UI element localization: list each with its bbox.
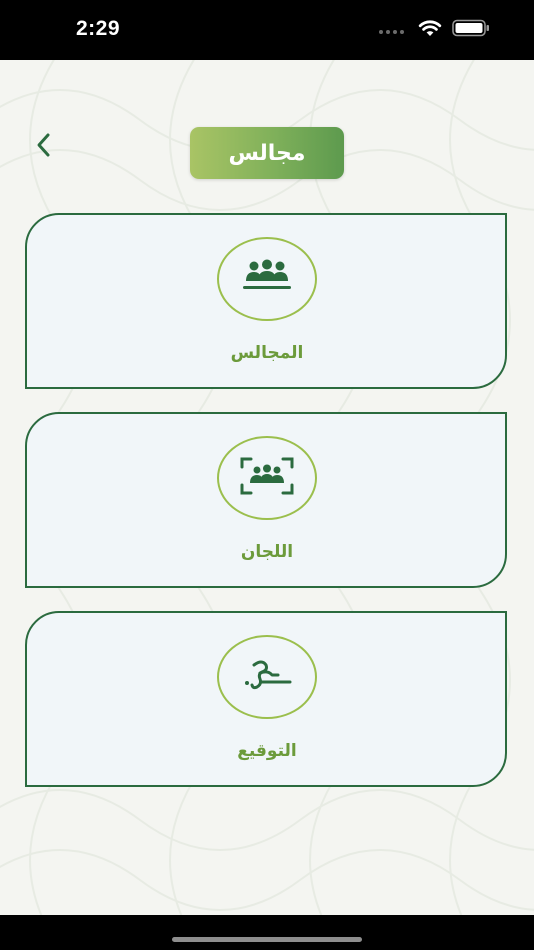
back-button[interactable] [30, 132, 56, 162]
app-screen: 2:29 مجالس المجالس اللجان التوقيع [0, 0, 534, 950]
card-icon-ring [217, 635, 317, 719]
page-title-badge: مجالس [190, 127, 344, 179]
card-label: اللجان [240, 542, 294, 562]
wifi-icon [418, 19, 442, 41]
card-signature[interactable]: التوقيع [25, 611, 507, 787]
card-label: التوقيع [237, 741, 297, 761]
committee-scan-icon [239, 456, 295, 500]
battery-icon [452, 19, 490, 41]
home-indicator[interactable] [172, 937, 362, 942]
cellular-signal-icon [378, 21, 408, 40]
status-icons [378, 19, 490, 41]
card-councils[interactable]: المجالس [25, 213, 507, 389]
signature-icon [238, 657, 296, 697]
main-content: مجالس المجالس اللجان التوقيع [0, 60, 534, 915]
card-label: المجالس [230, 343, 304, 363]
chevron-left-icon [35, 132, 51, 162]
bottom-bar [0, 915, 534, 950]
group-people-icon [240, 259, 294, 299]
card-committees[interactable]: اللجان [25, 412, 507, 588]
status-bar: 2:29 [0, 0, 534, 60]
page-title: مجالس [228, 140, 306, 166]
status-time: 2:29 [76, 17, 121, 40]
card-icon-ring [217, 436, 317, 520]
card-icon-ring [217, 237, 317, 321]
